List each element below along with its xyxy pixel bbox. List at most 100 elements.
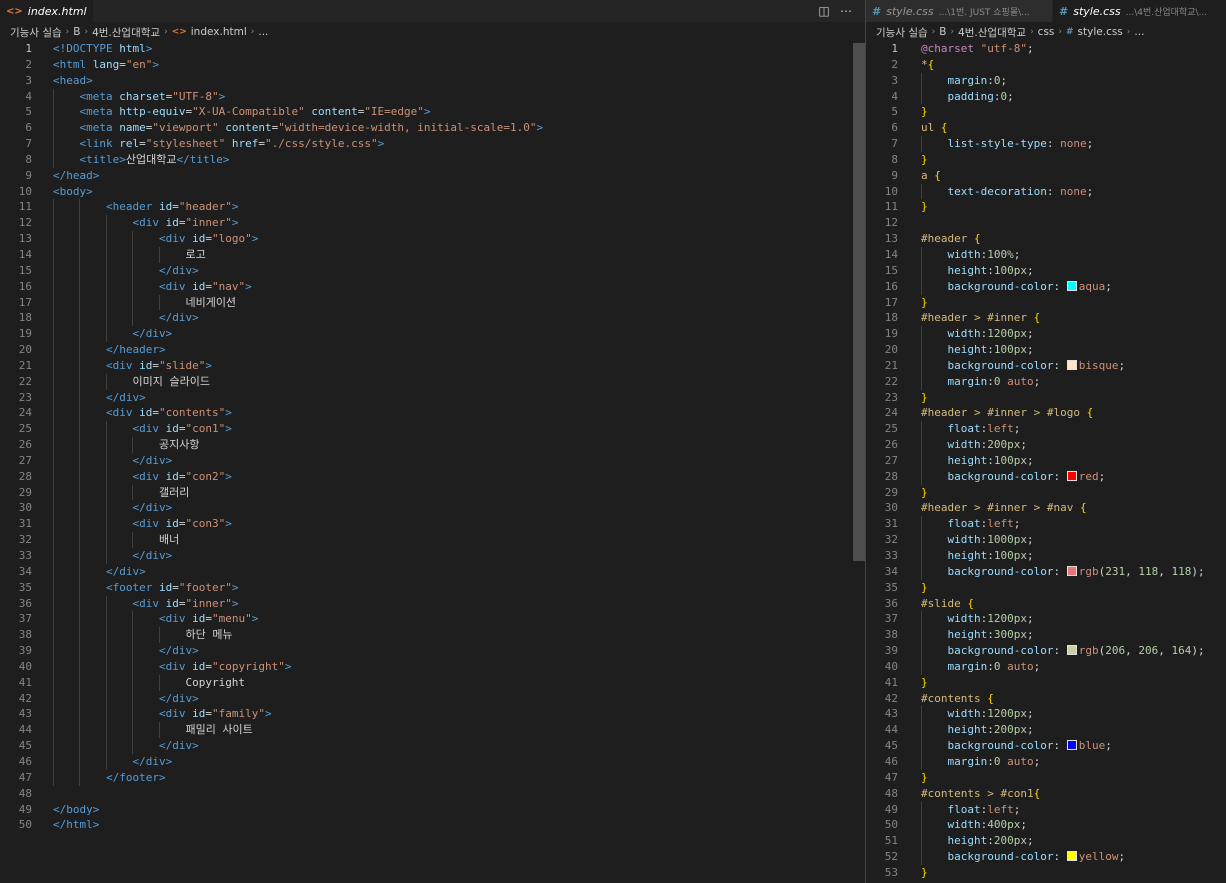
code-line[interactable]: 52 background-color: yellow;	[866, 849, 1226, 865]
code-line[interactable]: 40 margin:0 auto;	[866, 658, 1226, 675]
more-actions-icon[interactable]: ⋯	[836, 0, 856, 22]
code-line[interactable]: 1 @charset "utf-8";	[866, 41, 1226, 57]
code-line[interactable]: 43 <div id="family">	[0, 706, 865, 723]
code-line[interactable]: 39 background-color: rgb(206, 206, 164);	[866, 643, 1226, 659]
code-line[interactable]: 23 </div>	[0, 389, 865, 406]
scrollbar[interactable]	[853, 43, 865, 561]
code-line[interactable]: 1 <!DOCTYPE html>	[0, 41, 865, 57]
breadcrumb-item[interactable]: 기능사 실습	[10, 25, 62, 40]
code-line[interactable]: 35 <footer id="footer">	[0, 579, 865, 596]
code-line[interactable]: 19 width:1200px;	[866, 326, 1226, 343]
code-line[interactable]: 32 배너	[0, 532, 865, 548]
breadcrumb-item[interactable]: ...	[258, 26, 268, 38]
code-line[interactable]: 16 background-color: aqua;	[866, 278, 1226, 295]
code-line[interactable]: 35}	[866, 580, 1226, 596]
code-line[interactable]: 21 background-color: bisque;	[866, 357, 1226, 374]
code-line[interactable]: 50 </html>	[0, 817, 865, 833]
code-line[interactable]: 24 <div id="contents">	[0, 405, 865, 422]
code-line[interactable]: 4 padding:0;	[866, 88, 1226, 105]
breadcrumb-item[interactable]: 기능사 실습	[876, 25, 928, 40]
code-line[interactable]: 6 ul {	[866, 120, 1226, 136]
code-line[interactable]: 2 *{	[866, 57, 1226, 73]
code-line[interactable]: 32 width:1000px;	[866, 532, 1226, 548]
code-line[interactable]: 48 #contents > #con1{	[866, 786, 1226, 802]
code-line[interactable]: 11 <header id="header">	[0, 199, 865, 216]
code-line[interactable]: 5}	[866, 104, 1226, 120]
code-line[interactable]: 42 #contents {	[866, 691, 1226, 707]
code-line[interactable]: 20 height:100px;	[866, 342, 1226, 358]
code-line[interactable]: 31 float:left;	[866, 516, 1226, 533]
code-line[interactable]: 2 <html lang="en">	[0, 57, 865, 73]
code-line[interactable]: 46 margin:0 auto;	[866, 753, 1226, 770]
code-line[interactable]: 41}	[866, 675, 1226, 691]
code-line[interactable]: 49 float:left;	[866, 801, 1226, 818]
code-line[interactable]: 28 background-color: red;	[866, 468, 1226, 485]
code-line[interactable]: 18 </div>	[0, 310, 865, 327]
code-line[interactable]: 47 </footer>	[0, 769, 865, 786]
code-line[interactable]: 50 width:400px;	[866, 817, 1226, 834]
code-line[interactable]: 30 #header > #inner > #nav {	[866, 500, 1226, 516]
code-line[interactable]: 30 </div>	[0, 500, 865, 517]
code-line[interactable]: 23}	[866, 390, 1226, 406]
code-line[interactable]: 25 float:left;	[866, 421, 1226, 438]
code-line[interactable]: 17}	[866, 295, 1226, 311]
code-line[interactable]: 22 이미지 슬라이드	[0, 373, 865, 390]
code-line[interactable]: 36 <div id="inner">	[0, 595, 865, 612]
code-line[interactable]: 16 <div id="nav">	[0, 278, 865, 295]
code-line[interactable]: 8}	[866, 152, 1226, 168]
css-editor-pane[interactable]: # style.css ...\1번. JUST 쇼핑몰\... # style…	[866, 0, 1226, 883]
code-line[interactable]: 44 height:200px;	[866, 722, 1226, 739]
code-line[interactable]: 21 <div id="slide">	[0, 357, 865, 374]
breadcrumb-item[interactable]: B	[73, 26, 80, 38]
code-line[interactable]: 28 <div id="con2">	[0, 468, 865, 485]
code-line[interactable]: 24 #header > #inner > #logo {	[866, 405, 1226, 421]
code-line[interactable]: 4 <meta charset="UTF-8">	[0, 88, 865, 105]
code-line[interactable]: 5 <meta http-equiv="X-UA-Compatible" con…	[0, 104, 865, 121]
code-line[interactable]: 6 <meta name="viewport" content="width=d…	[0, 120, 865, 137]
code-line[interactable]: 15 </div>	[0, 262, 865, 279]
code-line[interactable]: 34 background-color: rgb(231, 118, 118);	[866, 563, 1226, 580]
code-line[interactable]: 47}	[866, 770, 1226, 786]
code-line[interactable]: 14 로고	[0, 246, 865, 263]
color-swatch[interactable]	[1066, 851, 1077, 862]
code-line[interactable]: 53}	[866, 865, 1226, 881]
code-line[interactable]: 37 width:1200px;	[866, 611, 1226, 628]
html-editor-pane[interactable]: <> index.html ✕ ◫ ⋯ 기능사 실습›B›4번.산업대학교›<>…	[0, 0, 865, 883]
code-line[interactable]: 3 <head>	[0, 73, 865, 89]
code-line[interactable]: 43 width:1200px;	[866, 706, 1226, 723]
code-line[interactable]: 14 width:100%;	[866, 246, 1226, 263]
code-line[interactable]: 39 </div>	[0, 643, 865, 659]
code-line[interactable]: 46 </div>	[0, 753, 865, 770]
code-line[interactable]: 22 margin:0 auto;	[866, 373, 1226, 390]
code-line[interactable]: 17 네비게이션	[0, 294, 865, 311]
code-line[interactable]: 42 </div>	[0, 690, 865, 707]
color-swatch[interactable]	[1066, 280, 1077, 291]
breadcrumb-item[interactable]: ...	[1134, 26, 1144, 38]
code-line[interactable]: 12 <div id="inner">	[0, 215, 865, 232]
code-line[interactable]: 18 #header > #inner {	[866, 310, 1226, 326]
breadcrumb-item[interactable]: css	[1038, 26, 1055, 38]
code-line[interactable]: 26 공지사항	[0, 437, 865, 453]
code-line[interactable]: 8 <title>산업대학교</title>	[0, 151, 865, 168]
tab-style-css-1[interactable]: # style.css ...\1번. JUST 쇼핑몰\...	[866, 0, 1052, 22]
code-line[interactable]: 9 </head>	[0, 168, 865, 184]
code-line[interactable]: 13 #header {	[866, 231, 1226, 247]
code-line[interactable]: 29 갤러리	[0, 484, 865, 501]
code-line[interactable]: 20 </header>	[0, 342, 865, 358]
code-area[interactable]: 1 @charset "utf-8"; 2 *{3 margin:0; 4 paddin…	[866, 41, 1226, 881]
code-line[interactable]: 10 text-decoration: none;	[866, 183, 1226, 200]
code-line[interactable]: 3 margin:0;	[866, 72, 1226, 89]
code-line[interactable]: 45 </div>	[0, 738, 865, 754]
code-line[interactable]: 48	[0, 786, 865, 802]
code-line[interactable]: 37 <div id="menu">	[0, 611, 865, 628]
breadcrumb-item[interactable]: B	[939, 26, 946, 38]
split-editor-icon[interactable]: ◫	[814, 0, 834, 22]
color-swatch[interactable]	[1066, 740, 1077, 751]
code-line[interactable]: 9 a {	[866, 168, 1226, 184]
code-line[interactable]: 31 <div id="con3">	[0, 516, 865, 533]
code-line[interactable]: 27 height:100px;	[866, 452, 1226, 469]
color-swatch[interactable]	[1066, 359, 1077, 370]
code-line[interactable]: 13 <div id="logo">	[0, 231, 865, 247]
code-line[interactable]: 38 height:300px;	[866, 627, 1226, 644]
code-line[interactable]: 12	[866, 215, 1226, 231]
